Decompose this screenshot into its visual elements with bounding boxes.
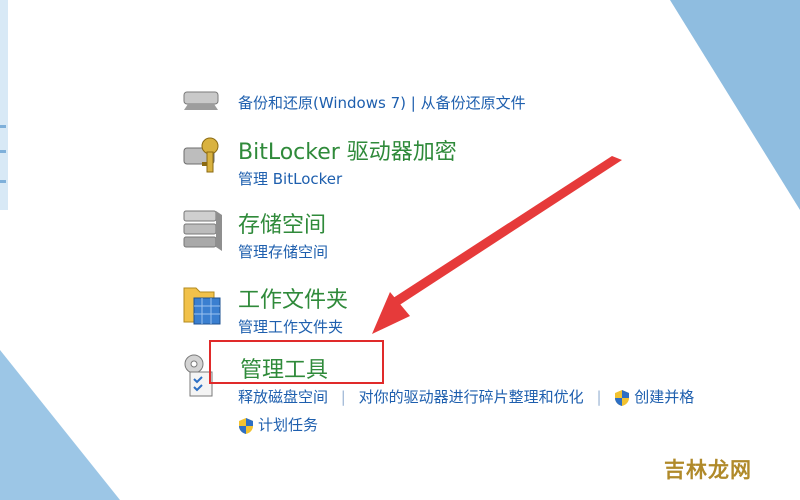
annotation-arrow bbox=[372, 156, 622, 334]
watermark: 吉林龙网 bbox=[650, 448, 790, 488]
watermark-text: 吉林龙网 bbox=[664, 458, 752, 482]
